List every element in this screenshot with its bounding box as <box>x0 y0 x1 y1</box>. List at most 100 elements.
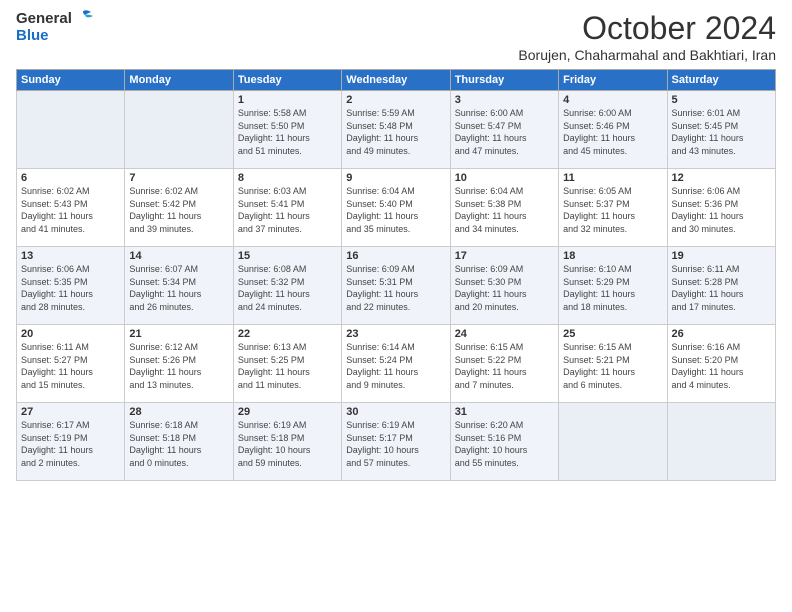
day-info: Sunrise: 6:17 AM Sunset: 5:19 PM Dayligh… <box>21 419 120 469</box>
day-number: 10 <box>455 172 554 184</box>
day-number: 16 <box>346 250 445 262</box>
day-number: 12 <box>672 172 771 184</box>
day-number: 17 <box>455 250 554 262</box>
day-info: Sunrise: 6:11 AM Sunset: 5:27 PM Dayligh… <box>21 341 120 391</box>
table-cell: 13Sunrise: 6:06 AM Sunset: 5:35 PM Dayli… <box>17 247 125 325</box>
day-number: 2 <box>346 94 445 106</box>
logo-general-text: General <box>16 10 72 27</box>
table-cell: 26Sunrise: 6:16 AM Sunset: 5:20 PM Dayli… <box>667 325 775 403</box>
table-cell: 19Sunrise: 6:11 AM Sunset: 5:28 PM Dayli… <box>667 247 775 325</box>
table-cell <box>17 91 125 169</box>
day-number: 31 <box>455 406 554 418</box>
table-cell: 28Sunrise: 6:18 AM Sunset: 5:18 PM Dayli… <box>125 403 233 481</box>
week-row-2: 6Sunrise: 6:02 AM Sunset: 5:43 PM Daylig… <box>17 169 776 247</box>
day-number: 26 <box>672 328 771 340</box>
table-cell: 12Sunrise: 6:06 AM Sunset: 5:36 PM Dayli… <box>667 169 775 247</box>
day-info: Sunrise: 5:59 AM Sunset: 5:48 PM Dayligh… <box>346 107 445 157</box>
day-info: Sunrise: 5:58 AM Sunset: 5:50 PM Dayligh… <box>238 107 337 157</box>
week-row-3: 13Sunrise: 6:06 AM Sunset: 5:35 PM Dayli… <box>17 247 776 325</box>
table-cell: 20Sunrise: 6:11 AM Sunset: 5:27 PM Dayli… <box>17 325 125 403</box>
table-cell: 14Sunrise: 6:07 AM Sunset: 5:34 PM Dayli… <box>125 247 233 325</box>
day-number: 24 <box>455 328 554 340</box>
day-number: 19 <box>672 250 771 262</box>
day-number: 4 <box>563 94 662 106</box>
day-info: Sunrise: 6:10 AM Sunset: 5:29 PM Dayligh… <box>563 263 662 313</box>
day-info: Sunrise: 6:02 AM Sunset: 5:42 PM Dayligh… <box>129 185 228 235</box>
day-info: Sunrise: 6:11 AM Sunset: 5:28 PM Dayligh… <box>672 263 771 313</box>
day-info: Sunrise: 6:07 AM Sunset: 5:34 PM Dayligh… <box>129 263 228 313</box>
day-info: Sunrise: 6:13 AM Sunset: 5:25 PM Dayligh… <box>238 341 337 391</box>
table-cell: 18Sunrise: 6:10 AM Sunset: 5:29 PM Dayli… <box>559 247 667 325</box>
day-number: 18 <box>563 250 662 262</box>
table-cell <box>667 403 775 481</box>
day-number: 15 <box>238 250 337 262</box>
header-saturday: Saturday <box>667 70 775 91</box>
day-info: Sunrise: 6:05 AM Sunset: 5:37 PM Dayligh… <box>563 185 662 235</box>
day-info: Sunrise: 6:06 AM Sunset: 5:36 PM Dayligh… <box>672 185 771 235</box>
day-info: Sunrise: 6:19 AM Sunset: 5:18 PM Dayligh… <box>238 419 337 469</box>
table-cell: 29Sunrise: 6:19 AM Sunset: 5:18 PM Dayli… <box>233 403 341 481</box>
day-number: 13 <box>21 250 120 262</box>
day-info: Sunrise: 6:19 AM Sunset: 5:17 PM Dayligh… <box>346 419 445 469</box>
day-info: Sunrise: 6:09 AM Sunset: 5:31 PM Dayligh… <box>346 263 445 313</box>
header-monday: Monday <box>125 70 233 91</box>
day-number: 27 <box>21 406 120 418</box>
day-info: Sunrise: 6:04 AM Sunset: 5:40 PM Dayligh… <box>346 185 445 235</box>
day-info: Sunrise: 6:00 AM Sunset: 5:47 PM Dayligh… <box>455 107 554 157</box>
header-friday: Friday <box>559 70 667 91</box>
day-info: Sunrise: 6:06 AM Sunset: 5:35 PM Dayligh… <box>21 263 120 313</box>
logo-blue-text: Blue <box>16 27 49 44</box>
day-number: 9 <box>346 172 445 184</box>
location-subtitle: Borujen, Chaharmahal and Bakhtiari, Iran <box>518 47 776 63</box>
table-cell: 22Sunrise: 6:13 AM Sunset: 5:25 PM Dayli… <box>233 325 341 403</box>
table-cell: 16Sunrise: 6:09 AM Sunset: 5:31 PM Dayli… <box>342 247 450 325</box>
month-title: October 2024 <box>518 10 776 47</box>
day-info: Sunrise: 6:14 AM Sunset: 5:24 PM Dayligh… <box>346 341 445 391</box>
day-number: 6 <box>21 172 120 184</box>
table-cell: 15Sunrise: 6:08 AM Sunset: 5:32 PM Dayli… <box>233 247 341 325</box>
day-number: 14 <box>129 250 228 262</box>
logo-bird-icon <box>73 9 95 25</box>
table-cell: 2Sunrise: 5:59 AM Sunset: 5:48 PM Daylig… <box>342 91 450 169</box>
table-cell: 9Sunrise: 6:04 AM Sunset: 5:40 PM Daylig… <box>342 169 450 247</box>
day-number: 25 <box>563 328 662 340</box>
day-info: Sunrise: 6:01 AM Sunset: 5:45 PM Dayligh… <box>672 107 771 157</box>
day-info: Sunrise: 6:09 AM Sunset: 5:30 PM Dayligh… <box>455 263 554 313</box>
header-thursday: Thursday <box>450 70 558 91</box>
week-row-5: 27Sunrise: 6:17 AM Sunset: 5:19 PM Dayli… <box>17 403 776 481</box>
table-cell: 30Sunrise: 6:19 AM Sunset: 5:17 PM Dayli… <box>342 403 450 481</box>
day-number: 20 <box>21 328 120 340</box>
day-number: 8 <box>238 172 337 184</box>
day-number: 5 <box>672 94 771 106</box>
table-cell: 17Sunrise: 6:09 AM Sunset: 5:30 PM Dayli… <box>450 247 558 325</box>
day-info: Sunrise: 6:08 AM Sunset: 5:32 PM Dayligh… <box>238 263 337 313</box>
table-cell <box>125 91 233 169</box>
calendar-table: Sunday Monday Tuesday Wednesday Thursday… <box>16 69 776 481</box>
day-number: 30 <box>346 406 445 418</box>
table-cell: 31Sunrise: 6:20 AM Sunset: 5:16 PM Dayli… <box>450 403 558 481</box>
day-number: 21 <box>129 328 228 340</box>
table-cell: 7Sunrise: 6:02 AM Sunset: 5:42 PM Daylig… <box>125 169 233 247</box>
day-number: 3 <box>455 94 554 106</box>
table-cell: 11Sunrise: 6:05 AM Sunset: 5:37 PM Dayli… <box>559 169 667 247</box>
title-area: October 2024 Borujen, Chaharmahal and Ba… <box>518 10 776 63</box>
table-cell: 5Sunrise: 6:01 AM Sunset: 5:45 PM Daylig… <box>667 91 775 169</box>
logo: General Blue <box>16 10 95 44</box>
header-sunday: Sunday <box>17 70 125 91</box>
header-wednesday: Wednesday <box>342 70 450 91</box>
table-cell: 6Sunrise: 6:02 AM Sunset: 5:43 PM Daylig… <box>17 169 125 247</box>
page-container: General Blue October 2024 Borujen, Chaha… <box>0 0 792 489</box>
table-cell <box>559 403 667 481</box>
table-cell: 27Sunrise: 6:17 AM Sunset: 5:19 PM Dayli… <box>17 403 125 481</box>
day-info: Sunrise: 6:16 AM Sunset: 5:20 PM Dayligh… <box>672 341 771 391</box>
header-area: General Blue October 2024 Borujen, Chaha… <box>16 10 776 63</box>
day-info: Sunrise: 6:15 AM Sunset: 5:21 PM Dayligh… <box>563 341 662 391</box>
day-info: Sunrise: 6:02 AM Sunset: 5:43 PM Dayligh… <box>21 185 120 235</box>
day-number: 22 <box>238 328 337 340</box>
day-number: 7 <box>129 172 228 184</box>
week-row-4: 20Sunrise: 6:11 AM Sunset: 5:27 PM Dayli… <box>17 325 776 403</box>
header-tuesday: Tuesday <box>233 70 341 91</box>
weekday-header-row: Sunday Monday Tuesday Wednesday Thursday… <box>17 70 776 91</box>
table-cell: 23Sunrise: 6:14 AM Sunset: 5:24 PM Dayli… <box>342 325 450 403</box>
day-number: 11 <box>563 172 662 184</box>
